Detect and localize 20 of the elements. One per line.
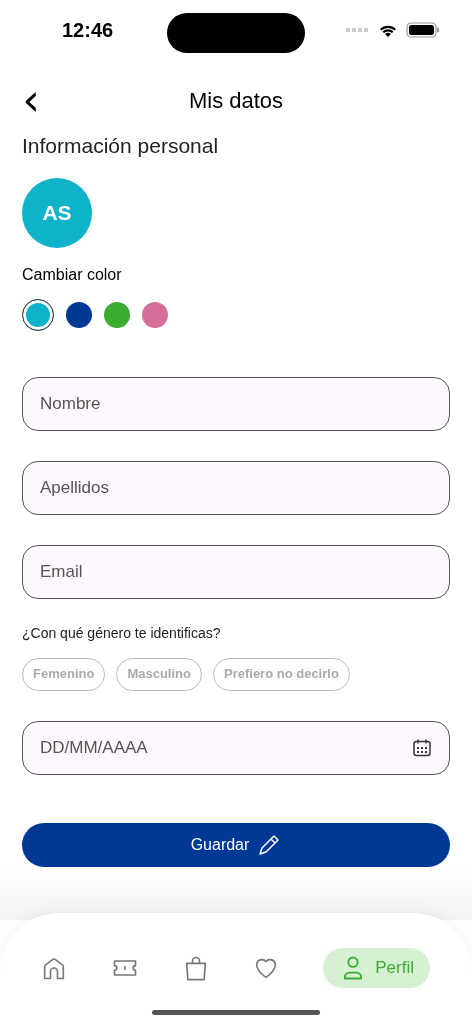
gender-question: ¿Con qué género te identificas?	[22, 623, 222, 643]
signal-icon	[346, 27, 370, 33]
text-field[interactable]: Apellidos	[22, 460, 450, 515]
date-field[interactable]: DD/MM/AAAA	[22, 720, 450, 775]
color-label: Cambiar color	[22, 264, 123, 285]
text-field[interactable]: Nombre	[22, 376, 450, 431]
section-title: Información personal	[22, 133, 220, 159]
color-swatch[interactable]	[104, 301, 130, 328]
save-button[interactable]: Guardar	[22, 822, 450, 867]
color-swatch[interactable]	[22, 298, 54, 331]
status-time: 12:46	[62, 18, 114, 43]
page-title: Mis datos	[188, 86, 284, 115]
back-button[interactable]: ‹	[18, 78, 44, 122]
pencil-icon	[257, 832, 282, 857]
avatar: AS	[22, 177, 92, 248]
text-field[interactable]: Email	[22, 544, 450, 599]
color-swatch[interactable]	[142, 301, 168, 328]
color-swatch[interactable]	[66, 301, 92, 328]
battery-icon	[406, 22, 440, 38]
calendar-icon	[412, 737, 432, 758]
